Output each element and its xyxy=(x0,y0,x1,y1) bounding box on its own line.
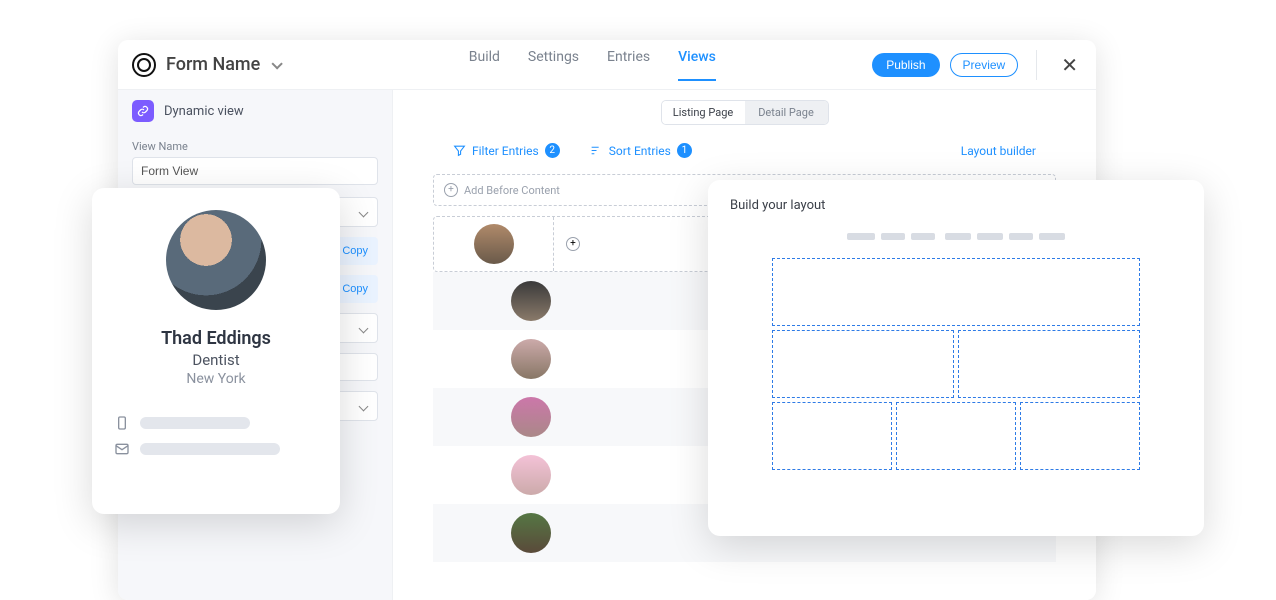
avatar xyxy=(166,210,266,310)
segment-listing[interactable]: Listing Page xyxy=(662,101,745,124)
avatar xyxy=(511,513,551,553)
layout-cell[interactable] xyxy=(1020,402,1140,470)
avatar xyxy=(511,281,551,321)
layout-builder-link[interactable]: Layout builder xyxy=(961,144,1076,158)
sort-count: 1 xyxy=(677,143,692,158)
profile-name: Thad Eddings xyxy=(114,328,318,349)
view-type-label: Dynamic view xyxy=(164,104,244,119)
preview-button[interactable]: Preview xyxy=(950,53,1019,77)
view-name-label: View Name xyxy=(132,140,378,153)
tab-build[interactable]: Build xyxy=(469,49,500,81)
page-segment: Listing Page Detail Page xyxy=(661,100,829,125)
plus-icon: + xyxy=(566,237,580,251)
filter-icon xyxy=(453,144,466,157)
layout-cell[interactable] xyxy=(958,330,1140,398)
top-tabs: Build Settings Entries Views xyxy=(469,49,716,81)
app-logo-icon xyxy=(132,53,156,77)
avatar xyxy=(474,224,514,264)
builder-grid[interactable] xyxy=(772,258,1140,470)
layout-builder-panel: Build your layout xyxy=(708,180,1204,536)
layout-cell[interactable] xyxy=(772,258,1140,326)
placeholder-bar xyxy=(140,443,280,455)
profile-contact-lines xyxy=(114,415,318,457)
sort-entries[interactable]: Sort Entries 1 xyxy=(590,143,692,158)
builder-title: Build your layout xyxy=(730,198,1182,213)
canvas-toolbar: Filter Entries 2 Sort Entries 1 Layout b… xyxy=(393,125,1096,168)
publish-button[interactable]: Publish xyxy=(872,53,939,77)
profile-phone xyxy=(114,415,318,431)
close-icon[interactable]: ✕ xyxy=(1057,53,1082,77)
layout-cell[interactable] xyxy=(896,402,1016,470)
plus-icon: + xyxy=(444,183,458,197)
tab-entries[interactable]: Entries xyxy=(607,49,650,81)
form-name-text: Form Name xyxy=(166,54,260,75)
filter-label: Filter Entries xyxy=(472,144,539,158)
profile-role: Dentist xyxy=(114,351,318,369)
segment-detail[interactable]: Detail Page xyxy=(745,101,828,124)
layout-cell[interactable] xyxy=(772,402,892,470)
profile-location: New York xyxy=(114,371,318,387)
form-name[interactable]: Form Name xyxy=(166,54,279,75)
add-before-label: Add Before Content xyxy=(464,184,560,197)
view-type-row: Dynamic view xyxy=(132,100,378,122)
profile-card: Thad Eddings Dentist New York xyxy=(92,188,340,514)
mail-icon xyxy=(114,441,130,457)
chevron-down-icon xyxy=(271,58,282,69)
divider xyxy=(1036,50,1037,80)
tab-views[interactable]: Views xyxy=(678,49,716,81)
topbar: Form Name Build Settings Entries Views P… xyxy=(118,40,1096,90)
avatar xyxy=(511,339,551,379)
filter-count: 2 xyxy=(545,143,560,158)
view-name-input[interactable] xyxy=(132,157,378,185)
builder-toolbar-placeholder xyxy=(730,225,1182,244)
filter-entries[interactable]: Filter Entries 2 xyxy=(453,143,560,158)
avatar xyxy=(511,455,551,495)
top-actions: Publish Preview ✕ xyxy=(872,50,1082,80)
tab-settings[interactable]: Settings xyxy=(528,49,579,81)
sort-icon xyxy=(590,144,603,157)
phone-icon xyxy=(114,415,130,431)
sort-label: Sort Entries xyxy=(609,144,671,158)
entry-avatar-slot xyxy=(434,217,554,271)
layout-cell[interactable] xyxy=(772,330,954,398)
placeholder-bar xyxy=(140,417,250,429)
avatar xyxy=(511,397,551,437)
link-icon xyxy=(132,100,154,122)
profile-email xyxy=(114,441,318,457)
